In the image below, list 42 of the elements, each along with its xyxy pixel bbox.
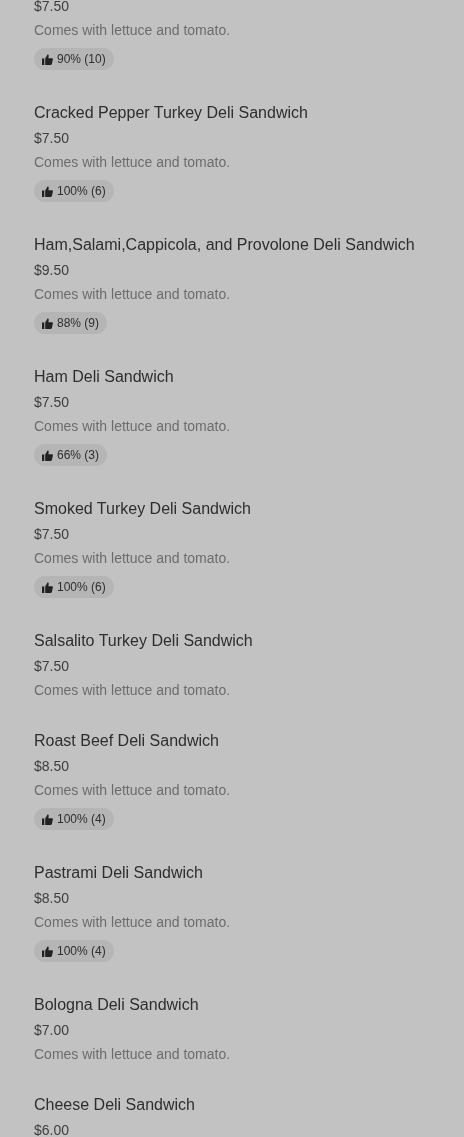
item-name[interactable]: Ham,Salami,Cappicola, and Provolone Deli Sandwich xyxy=(34,235,415,255)
item-price: $7.50 xyxy=(34,525,70,544)
rating-text: 90% (10) xyxy=(57,52,106,66)
item-price: $7.50 xyxy=(34,657,70,676)
rating-text: 100% (4) xyxy=(57,944,106,958)
item-name[interactable]: Cracked Pepper Turkey Deli Sandwich xyxy=(34,103,308,123)
item-description: Comes with lettuce and tomato. xyxy=(34,417,231,436)
rating-text: 66% (3) xyxy=(57,448,100,462)
item-price: $9.50 xyxy=(34,261,70,280)
item-name[interactable]: Ham Deli Sandwich xyxy=(34,367,174,387)
item-price: $7.00 xyxy=(34,1021,70,1040)
rating-text: 100% (6) xyxy=(57,580,106,594)
item-price: $7.50 xyxy=(34,129,70,148)
item-price: $8.50 xyxy=(34,757,70,776)
item-name[interactable]: Pastrami Deli Sandwich xyxy=(34,863,203,883)
item-price: $7.50 xyxy=(34,393,70,412)
thumbs-up-icon xyxy=(42,813,53,825)
item-description: Comes with lettuce and tomato. xyxy=(34,21,231,40)
thumbs-up-icon xyxy=(42,581,53,593)
item-price: $6.00 xyxy=(34,1121,70,1137)
item-description: Comes with lettuce and tomato. xyxy=(34,913,231,932)
rating-text: 88% (9) xyxy=(57,316,100,330)
item-description: Comes with lettuce and tomato. xyxy=(34,549,231,568)
thumbs-up-icon xyxy=(42,185,53,197)
thumbs-up-icon xyxy=(42,945,53,957)
item-price: $7.50 xyxy=(34,0,70,16)
item-name[interactable]: Smoked Turkey Deli Sandwich xyxy=(34,499,251,519)
item-name[interactable]: Bologna Deli Sandwich xyxy=(34,995,199,1015)
item-price: $8.50 xyxy=(34,889,70,908)
item-description: Comes with lettuce and tomato. xyxy=(34,781,231,800)
item-name[interactable]: Roast Beef Deli Sandwich xyxy=(34,731,219,751)
item-description: Comes with lettuce and tomato. xyxy=(34,1045,231,1064)
rating-text: 100% (4) xyxy=(57,812,106,826)
item-name[interactable]: Cheese Deli Sandwich xyxy=(34,1095,195,1115)
item-description: Comes with lettuce and tomato. xyxy=(34,153,231,172)
thumbs-up-icon xyxy=(42,449,53,461)
item-name[interactable]: Salsalito Turkey Deli Sandwich xyxy=(34,631,253,651)
item-description: Comes with lettuce and tomato. xyxy=(34,285,231,304)
rating-text: 100% (6) xyxy=(57,184,106,198)
thumbs-up-icon xyxy=(42,53,53,65)
thumbs-up-icon xyxy=(42,317,53,329)
item-description: Comes with lettuce and tomato. xyxy=(34,681,231,700)
